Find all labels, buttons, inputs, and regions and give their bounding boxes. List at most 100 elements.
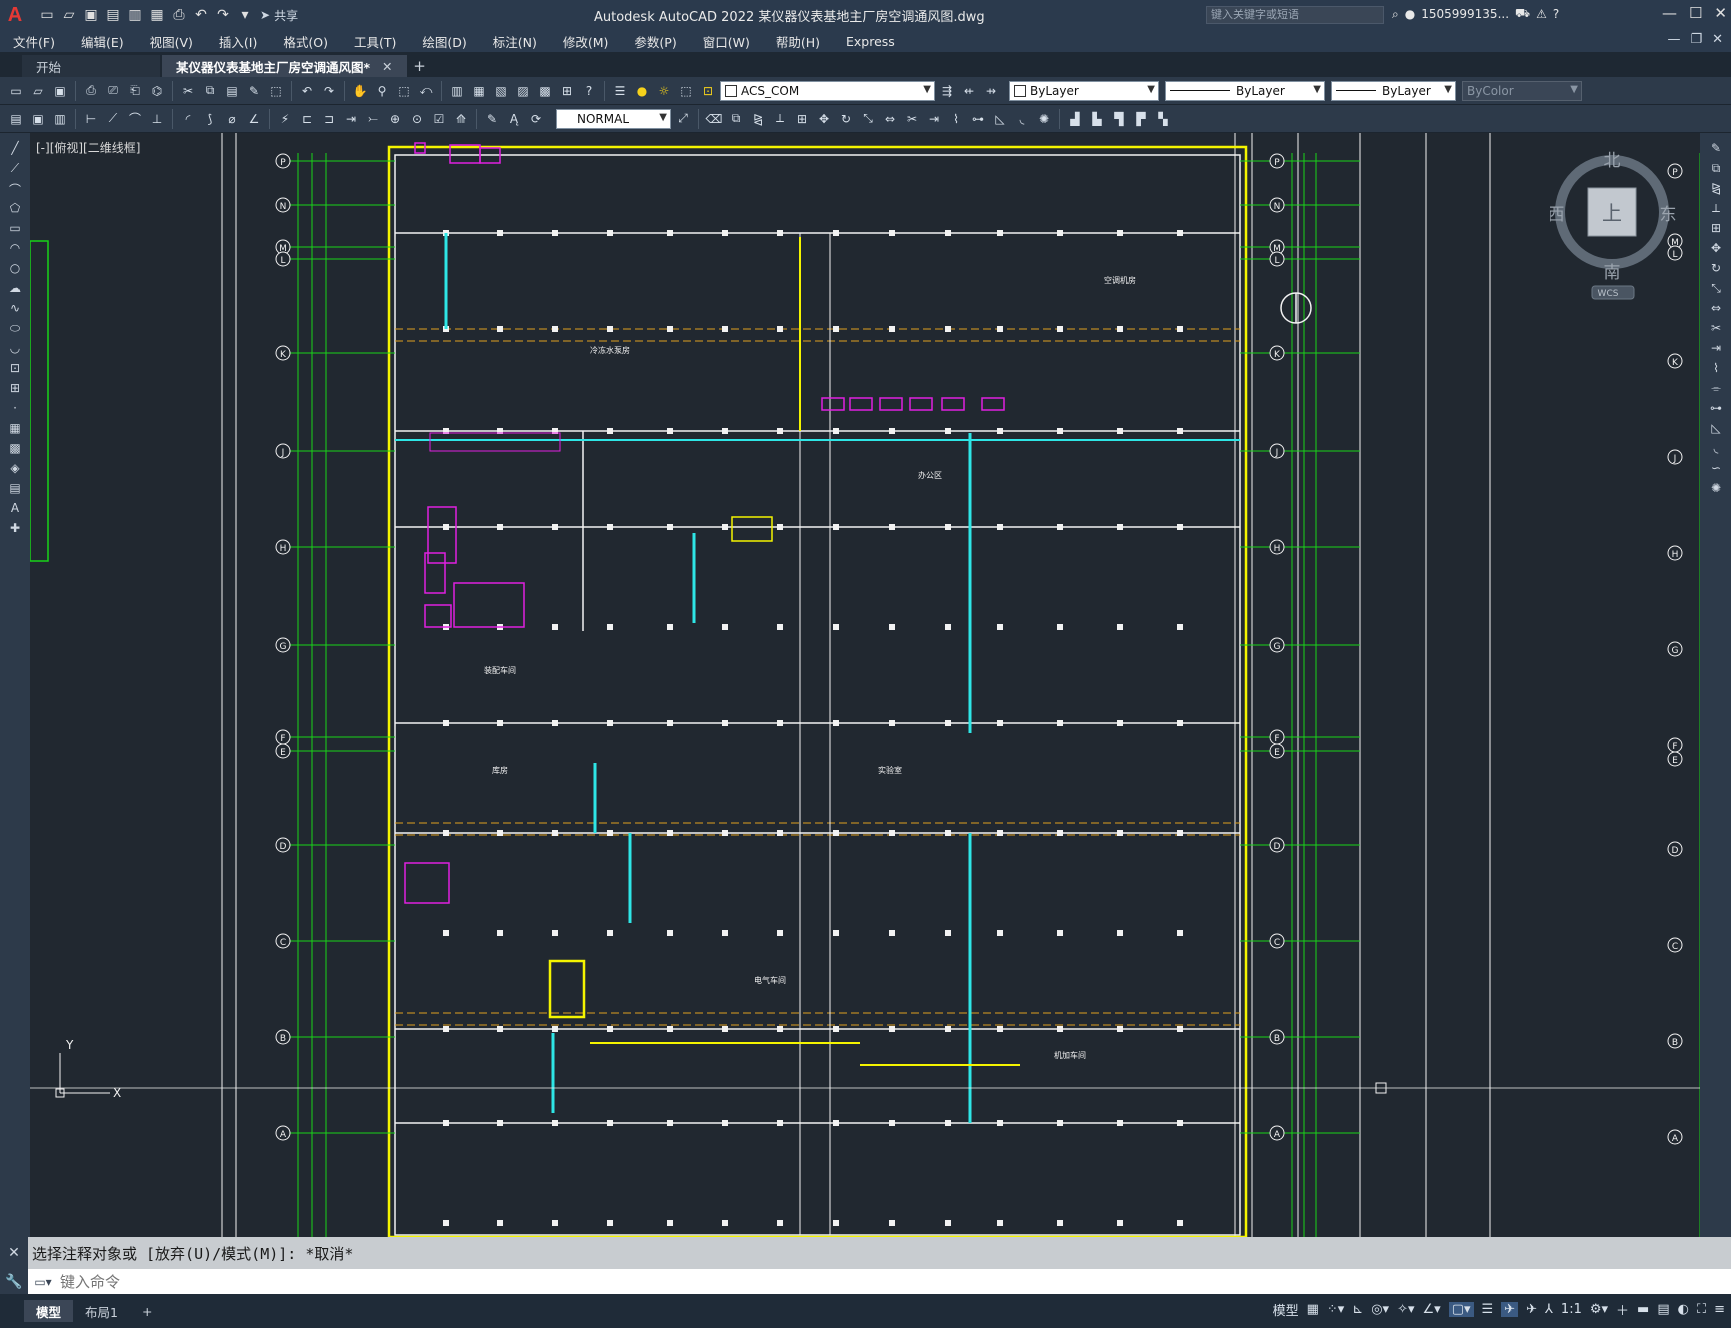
circle-icon[interactable]: ○ (7, 261, 23, 277)
diameter-dim-icon[interactable]: ⌀ (222, 109, 242, 129)
fillet-icon[interactable]: ◟ (1708, 441, 1724, 457)
doc-restore-icon[interactable]: ❐ (1690, 32, 1702, 47)
customize-qat-icon[interactable]: ▾ (236, 6, 254, 24)
isolate-icon[interactable]: ◐ (1678, 1302, 1689, 1317)
menu-view[interactable]: 视图(V) (137, 32, 206, 51)
layout-tab-layout1[interactable]: 布局1 (73, 1300, 130, 1322)
gradient-icon[interactable]: ▩ (7, 441, 23, 457)
extend-icon[interactable]: ⇥ (1708, 341, 1724, 357)
menu-tools[interactable]: 工具(T) (341, 32, 409, 51)
redo-icon[interactable]: ↷ (214, 6, 232, 24)
annotation-monitor-icon[interactable]: ＋ (1616, 1300, 1629, 1319)
send-back-icon[interactable]: ▜ (1109, 109, 1129, 129)
clean-screen-icon[interactable]: ⛶ (1697, 1302, 1706, 1317)
customize-icon[interactable]: 🔧 (0, 1269, 28, 1294)
save-icon[interactable]: ▣ (82, 6, 100, 24)
open-icon[interactable]: ▱ (28, 81, 48, 101)
viewcube-east-label[interactable]: 东 (1660, 205, 1677, 225)
3d-print-icon[interactable]: ⌬ (147, 81, 167, 101)
paste-icon[interactable]: ▤ (222, 81, 242, 101)
new-tab-icon[interactable]: + (409, 55, 431, 77)
tool-palettes-icon[interactable]: ▧ (491, 81, 511, 101)
user-name[interactable]: 1505999135... (1421, 7, 1509, 21)
menu-draw[interactable]: 绘图(D) (409, 32, 479, 51)
close-command-line-icon[interactable]: ✕ (0, 1237, 28, 1269)
construction-line-icon[interactable]: ⟋ (7, 161, 23, 177)
save-to-web-icon[interactable]: ▦ (148, 6, 166, 24)
help-icon[interactable]: ? (1553, 7, 1559, 21)
menu-express[interactable]: Express (833, 34, 908, 49)
table-icon[interactable]: ▤ (7, 481, 23, 497)
save-as-icon[interactable]: ▤ (104, 6, 122, 24)
viewcube-north-label[interactable]: 北 (1604, 151, 1621, 171)
layer-states-icon[interactable]: ⇸ (981, 81, 1001, 101)
tolerance-icon[interactable]: ⊕ (385, 109, 405, 129)
undo-icon[interactable]: ↶ (297, 81, 317, 101)
polyline-icon[interactable]: ⌒ (7, 181, 23, 197)
copy-object-icon[interactable]: ⧉ (726, 109, 746, 129)
dim-update-icon[interactable]: ⟳ (526, 109, 546, 129)
rotate-icon[interactable]: ↻ (1708, 261, 1724, 277)
annotation-visibility-icon[interactable]: ✈ (1501, 1302, 1519, 1317)
otrack-icon[interactable]: ∠▾ (1423, 1302, 1441, 1317)
workspace-icon[interactable]: ⚙▾ (1590, 1302, 1608, 1317)
tab-start[interactable]: 开始 (22, 55, 160, 77)
tab-drawing[interactable]: 某仪器仪表基地主厂房空调通风图* ✕ (162, 55, 407, 77)
drawing-canvas[interactable]: PPNNMMLLKKJJHHGGFFEEDDCCBBAAPMLKJHGFEDCB… (30, 133, 1700, 1237)
layer-dropdown[interactable]: ACS_COM ▼ (720, 80, 935, 101)
join-icon[interactable]: ⊶ (968, 109, 988, 129)
viewport-controls-label[interactable]: [-][俯视][二维线框] (36, 139, 140, 156)
menu-format[interactable]: 格式(O) (270, 32, 341, 51)
layer-previous-icon[interactable]: ⇷ (959, 81, 979, 101)
a360-icon[interactable]: ⚠ (1536, 7, 1547, 21)
properties-icon[interactable]: ▥ (447, 81, 467, 101)
explode-icon[interactable]: ✺ (1034, 109, 1054, 129)
menu-dimension[interactable]: 标注(N) (480, 32, 550, 51)
doc-close-icon[interactable]: ✕ (1712, 32, 1723, 47)
chamfer-icon[interactable]: ◺ (1708, 421, 1724, 437)
search-icon[interactable]: ⌕ (1392, 7, 1399, 22)
dim-space-icon[interactable]: ⇥ (341, 109, 361, 129)
open-from-web-icon[interactable]: ▥ (126, 6, 144, 24)
join-icon[interactable]: ⊶ (1708, 401, 1724, 417)
ortho-icon[interactable]: ⊾ (1352, 1302, 1363, 1317)
inspection-icon[interactable]: ☑ (429, 109, 449, 129)
quick-dim-icon[interactable]: ⚡ (275, 109, 295, 129)
zoom-realtime-icon[interactable]: ⚲ (372, 81, 392, 101)
polygon-icon[interactable]: ⬠ (7, 201, 23, 217)
hatch-icon[interactable]: ▦ (7, 421, 23, 437)
fillet-icon[interactable]: ◟ (1012, 109, 1032, 129)
color-dropdown[interactable]: ByLayer ▼ (1009, 80, 1159, 101)
snap-icon[interactable]: ⁘▾ (1327, 1302, 1344, 1317)
osnap-icon[interactable]: ✧▾ (1397, 1302, 1414, 1317)
selection-cycling-icon[interactable]: ▢▾ (1448, 1302, 1474, 1317)
make-block-icon[interactable]: ⊞ (7, 381, 23, 397)
stretch-icon[interactable]: ⇔ (880, 109, 900, 129)
paste-special-icon[interactable]: ▤ (6, 109, 26, 129)
group-icon[interactable]: ▛ (1131, 109, 1151, 129)
layer-thaw-icon[interactable]: ☼ (654, 81, 674, 101)
lineweight-toggle-icon[interactable]: ☰ (1482, 1302, 1494, 1317)
array-icon[interactable]: ⊞ (792, 109, 812, 129)
dim-edit-icon[interactable]: ✎ (482, 109, 502, 129)
menu-edit[interactable]: 编辑(E) (68, 32, 137, 51)
break-icon[interactable]: ⌇ (946, 109, 966, 129)
save-icon[interactable]: ▣ (50, 81, 70, 101)
zoom-window-icon[interactable]: ⬚ (394, 81, 414, 101)
layer-properties-icon[interactable]: ☰ (610, 81, 630, 101)
mirror-icon[interactable]: ⧎ (1708, 181, 1724, 197)
point-icon[interactable]: · (7, 401, 23, 417)
layout-tab-model[interactable]: 模型 (24, 1300, 74, 1322)
help-search-input[interactable]: 键入关键字或短语 (1206, 6, 1384, 24)
matchprop-icon[interactable]: ✎ (244, 81, 264, 101)
offset-icon[interactable]: ⟂ (770, 109, 790, 129)
insert-block-icon[interactable]: ⊡ (7, 361, 23, 377)
new-icon[interactable]: ▭ (38, 6, 56, 24)
stretch-icon[interactable]: ⇔ (1708, 301, 1724, 317)
ellipse-arc-icon[interactable]: ◡ (7, 341, 23, 357)
viewcube-south-label[interactable]: 南 (1604, 263, 1621, 283)
share-button[interactable]: ➤ 共享 (260, 7, 298, 24)
annotation-scale-icon[interactable]: ⅄ (1545, 1302, 1553, 1317)
ellipse-icon[interactable]: ⬭ (7, 321, 23, 337)
undo-icon[interactable]: ↶ (192, 6, 210, 24)
